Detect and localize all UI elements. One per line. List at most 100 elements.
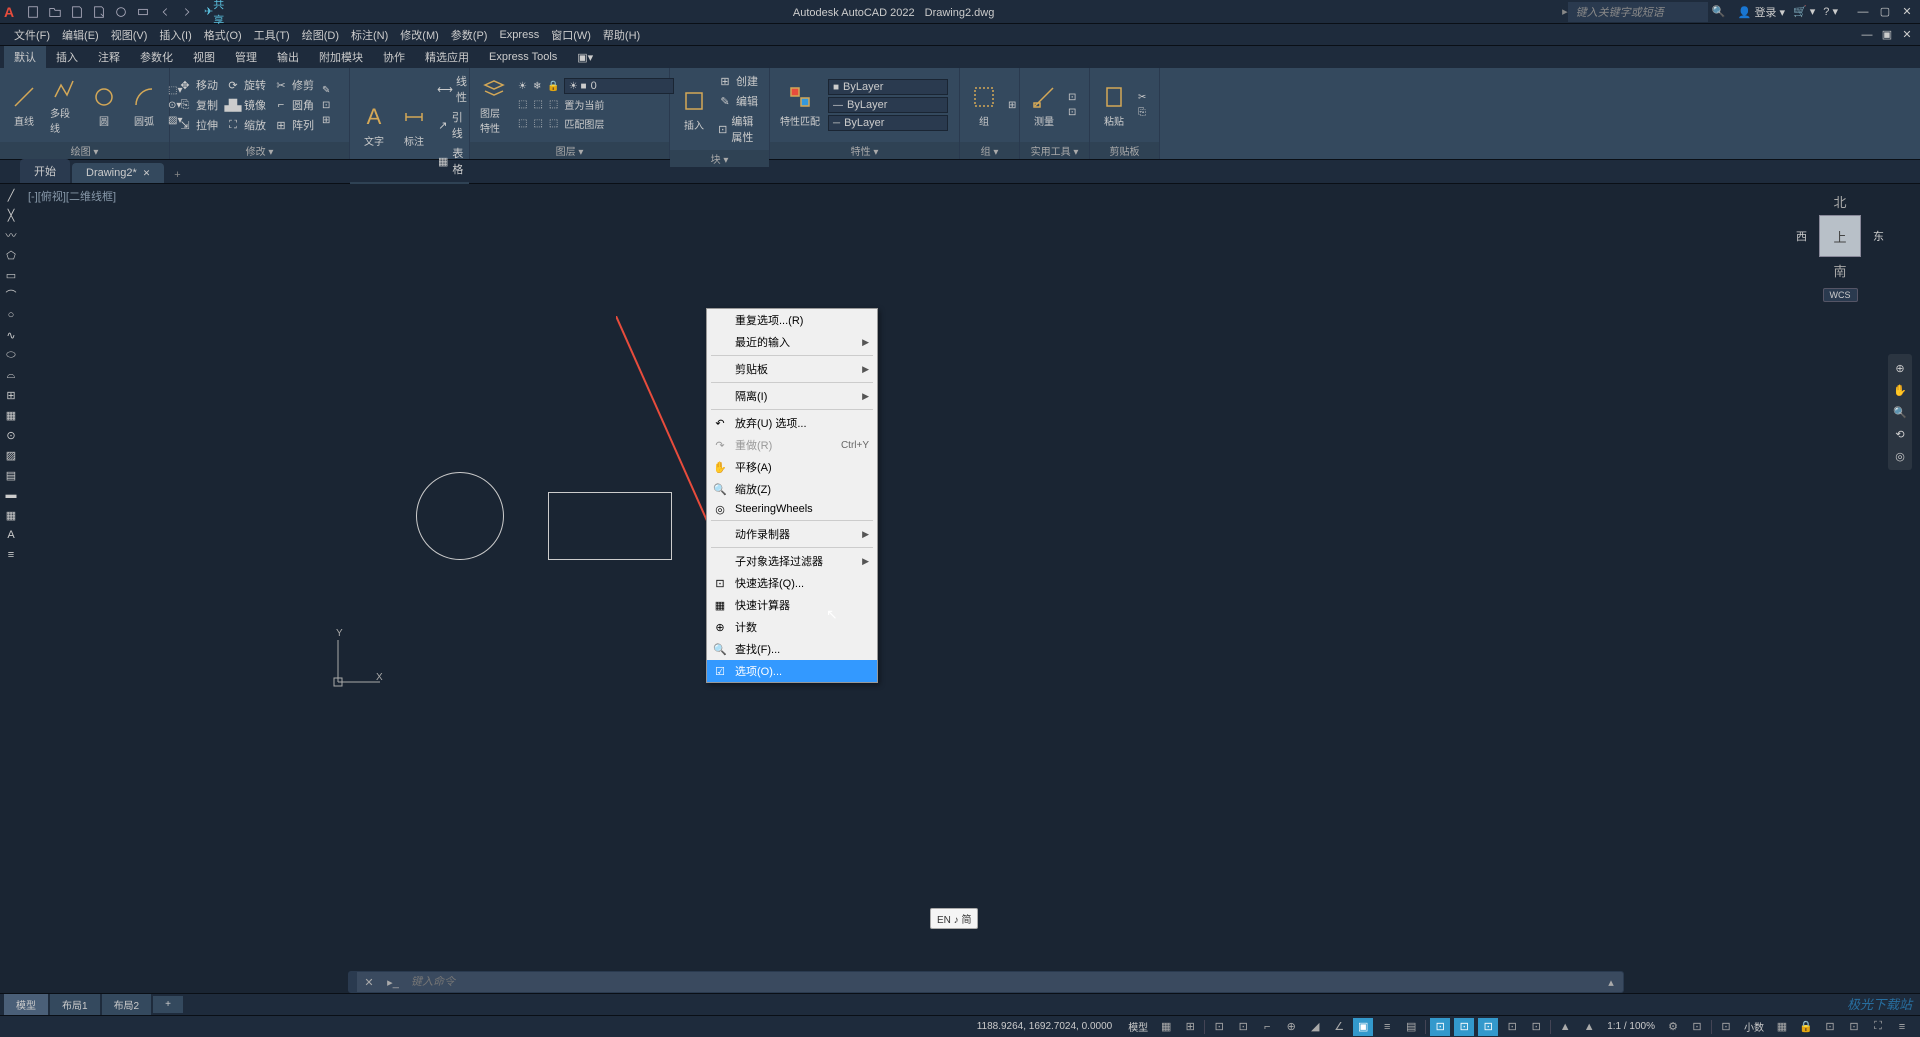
- ribbon-tab-express[interactable]: Express Tools: [479, 48, 567, 66]
- stretch-button[interactable]: ⇲拉伸: [176, 116, 220, 134]
- filetab-start[interactable]: 开始: [20, 159, 70, 183]
- status-scale[interactable]: 1:1 / 100%: [1603, 1021, 1659, 1032]
- tool-region-icon[interactable]: ▬: [2, 486, 20, 504]
- panel-draw-title[interactable]: 绘图 ▾: [0, 142, 169, 159]
- panel-utils-title[interactable]: 实用工具 ▾: [1020, 142, 1089, 159]
- menu-param[interactable]: 参数(P): [445, 25, 494, 45]
- status-infer-icon[interactable]: ⊡: [1209, 1018, 1229, 1036]
- layer-icon-3[interactable]: 🔒: [545, 78, 561, 94]
- color-combo[interactable]: ■ ByLayer: [828, 79, 948, 95]
- util-extra-2[interactable]: ⊡: [1066, 106, 1078, 119]
- ctx-quick-select[interactable]: ⊡快速选择(Q)...: [707, 572, 877, 594]
- ribbon-tab-collapse-icon[interactable]: ▣▾: [567, 48, 603, 67]
- status-qp-icon[interactable]: ▦: [1772, 1018, 1792, 1036]
- tool-text-icon[interactable]: A: [2, 526, 20, 544]
- nav-full-icon[interactable]: ⊕: [1890, 358, 1910, 378]
- nav-orbit-icon[interactable]: ⟲: [1890, 424, 1910, 444]
- doc-minimize-icon[interactable]: —: [1858, 28, 1876, 42]
- qat-redo-icon[interactable]: [179, 4, 195, 20]
- menu-modify[interactable]: 修改(M): [394, 25, 445, 45]
- tool-polygon-icon[interactable]: ⬠: [2, 246, 20, 264]
- status-otrack-icon[interactable]: ∠: [1329, 1018, 1349, 1036]
- cmdline-handle[interactable]: [349, 972, 357, 992]
- trim-button[interactable]: ✂修剪: [272, 76, 316, 94]
- status-monitor-icon[interactable]: ⊡: [1687, 1018, 1707, 1036]
- ribbon-tab-output[interactable]: 输出: [267, 46, 309, 68]
- viewcube[interactable]: 上: [1819, 215, 1861, 257]
- status-clean-icon[interactable]: ⛶: [1868, 1018, 1888, 1036]
- status-cycle-icon[interactable]: ⊡: [1430, 1018, 1450, 1036]
- status-ortho-icon[interactable]: ⌐: [1257, 1018, 1277, 1036]
- nav-zoom-icon[interactable]: 🔍: [1890, 402, 1910, 422]
- menu-help[interactable]: 帮助(H): [597, 25, 646, 45]
- layer-icon-2[interactable]: ❄: [531, 78, 543, 94]
- cmdline-history-icon[interactable]: ▴: [1599, 976, 1623, 989]
- tool-arc-icon[interactable]: ⌒: [2, 286, 20, 304]
- copy-icon[interactable]: ⎘: [1136, 106, 1148, 119]
- tool-gradient-icon[interactable]: ▤: [2, 466, 20, 484]
- cmdline-close-icon[interactable]: ✕: [357, 976, 381, 989]
- status-decimal[interactable]: 小数: [1740, 1019, 1768, 1034]
- ribbon-tab-collab[interactable]: 协作: [373, 46, 415, 68]
- layout-tab-new[interactable]: +: [153, 996, 183, 1013]
- linetype-combo[interactable]: ─ ByLayer: [828, 115, 948, 131]
- status-dyn-icon[interactable]: ⊡: [1233, 1018, 1253, 1036]
- layer-tool-1[interactable]: ⬚: [516, 96, 529, 113]
- ribbon-tab-manage[interactable]: 管理: [225, 46, 267, 68]
- qat-saveas-icon[interactable]: [91, 4, 107, 20]
- tool-hatch-icon[interactable]: ▨: [2, 446, 20, 464]
- tool-pline-icon[interactable]: 〰: [2, 226, 20, 244]
- compass-south[interactable]: 南: [1833, 261, 1846, 280]
- status-custom-icon[interactable]: ≡: [1892, 1018, 1912, 1036]
- status-polar-icon[interactable]: ⊕: [1281, 1018, 1301, 1036]
- match-props-button[interactable]: 特性匹配: [776, 81, 824, 130]
- ctx-repeat[interactable]: 重复选项...(R): [707, 309, 877, 331]
- status-trans-icon[interactable]: ▤: [1401, 1018, 1421, 1036]
- cut-icon[interactable]: ✂: [1136, 91, 1148, 104]
- status-osnap-icon[interactable]: ▣: [1353, 1018, 1373, 1036]
- group-button[interactable]: 组: [966, 81, 1002, 130]
- status-grid-icon[interactable]: ▦: [1156, 1018, 1176, 1036]
- qat-new-icon[interactable]: [25, 4, 41, 20]
- search-icon[interactable]: 🔍: [1711, 4, 1727, 20]
- tool-xline-icon[interactable]: ╳: [2, 206, 20, 224]
- status-dyn-ucs-icon[interactable]: ⊡: [1478, 1018, 1498, 1036]
- match-layer-button[interactable]: 匹配图层: [562, 115, 606, 132]
- linear-button[interactable]: ⟷线性: [436, 72, 469, 106]
- insert-block-button[interactable]: 插入: [676, 85, 712, 134]
- tool-insert-icon[interactable]: ⊞: [2, 386, 20, 404]
- ctx-find[interactable]: 🔍查找(F)...: [707, 638, 877, 660]
- ctx-options[interactable]: ☑选项(O)...: [707, 660, 877, 682]
- tool-point-icon[interactable]: ⊙: [2, 426, 20, 444]
- move-button[interactable]: ✥移动: [176, 76, 220, 94]
- status-model[interactable]: 模型: [1124, 1019, 1152, 1034]
- layer-combo[interactable]: ☀ ■ 0: [564, 78, 674, 94]
- edit-attr-button[interactable]: ⊡编辑属性: [716, 112, 763, 146]
- status-gizmo-icon[interactable]: ⊡: [1526, 1018, 1546, 1036]
- ctx-count[interactable]: ⊕计数: [707, 616, 877, 638]
- layout-tab-model[interactable]: 模型: [4, 994, 48, 1015]
- tool-line-icon[interactable]: ╱: [2, 186, 20, 204]
- panel-props-title[interactable]: 特性 ▾: [770, 142, 959, 159]
- app-logo[interactable]: A: [4, 4, 14, 20]
- maximize-icon[interactable]: ▢: [1876, 5, 1894, 19]
- tool-spline-icon[interactable]: ∿: [2, 326, 20, 344]
- nav-pan-icon[interactable]: ✋: [1890, 380, 1910, 400]
- copy-button[interactable]: ⎘复制: [176, 96, 220, 114]
- menu-dim[interactable]: 标注(N): [345, 25, 394, 45]
- help-icon[interactable]: ? ▾: [1823, 5, 1838, 18]
- ribbon-tab-addins[interactable]: 附加模块: [309, 46, 373, 68]
- tool-rect-icon[interactable]: ▭: [2, 266, 20, 284]
- qat-undo-icon[interactable]: [157, 4, 173, 20]
- ctx-undo[interactable]: ↶放弃(U) 选项...: [707, 412, 877, 434]
- ribbon-tab-annotate[interactable]: 注释: [88, 46, 130, 68]
- ctx-action-recorder[interactable]: 动作录制器▶: [707, 523, 877, 545]
- drawing-canvas[interactable]: ╱ ╳ 〰 ⬠ ▭ ⌒ ○ ∿ ⬭ ⌓ ⊞ ▦ ⊙ ▨ ▤ ▬ ▦ A ≡ [-…: [0, 184, 1920, 993]
- doc-restore-icon[interactable]: ▣: [1878, 28, 1896, 42]
- nav-wheel-icon[interactable]: ◎: [1890, 446, 1910, 466]
- layer-tool-3[interactable]: ⬚: [547, 96, 560, 113]
- modify-extra-3[interactable]: ⊞: [320, 114, 332, 127]
- compass-east[interactable]: 东: [1873, 228, 1884, 244]
- layer-icon-1[interactable]: ☀: [516, 78, 529, 94]
- modify-extra-2[interactable]: ⊡: [320, 99, 332, 112]
